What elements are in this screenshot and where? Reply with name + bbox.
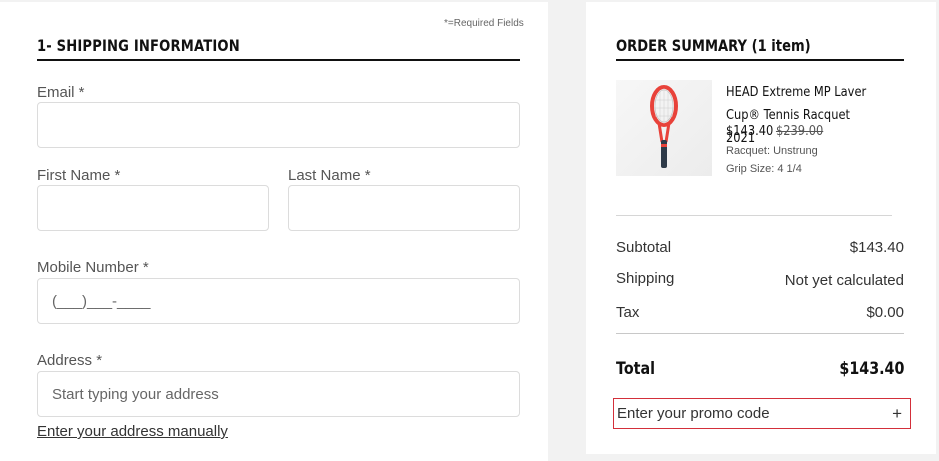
email-label: Email *: [37, 84, 85, 101]
totals-divider: [616, 333, 904, 334]
shipping-panel: *=Required Fields 1- SHIPPING INFORMATIO…: [0, 2, 548, 461]
promo-code-toggle[interactable]: Enter your promo code +: [613, 398, 911, 429]
shipping-section-title: 1- SHIPPING INFORMATION: [37, 36, 240, 55]
plus-icon: +: [892, 403, 902, 423]
mobile-number-field[interactable]: [37, 278, 520, 324]
order-summary-panel: ORDER SUMMARY (1 item) HEAD Extreme MP L…: [586, 2, 936, 454]
promo-code-label: Enter your promo code: [617, 405, 770, 422]
product-image[interactable]: [616, 80, 712, 176]
last-name-field[interactable]: [288, 185, 520, 231]
tax-label: Tax: [616, 304, 640, 321]
address-field[interactable]: [37, 371, 520, 417]
order-summary-title: ORDER SUMMARY (1 item): [616, 36, 811, 55]
last-name-label: Last Name *: [288, 167, 371, 184]
product-price: $143.40: [726, 124, 774, 139]
shipping-value: Not yet calculated: [784, 272, 904, 289]
total-value: $143.40: [838, 359, 904, 379]
first-name-label: First Name *: [37, 167, 121, 184]
subtotal-label: Subtotal: [616, 239, 672, 256]
summary-title-divider: [616, 59, 904, 61]
total-label: Total: [616, 359, 656, 379]
tennis-racquet-icon: [650, 85, 678, 168]
mobile-number-label: Mobile Number *: [37, 259, 149, 276]
product-name[interactable]: HEAD Extreme MP Laver Cup® Tennis Racque…: [726, 81, 880, 150]
title-divider: [37, 59, 520, 61]
product-attribute-racquet: Racquet: Unstrung: [726, 145, 818, 157]
tax-value: $0.00: [866, 304, 904, 321]
subtotal-value: $143.40: [849, 239, 904, 256]
first-name-field[interactable]: [37, 185, 269, 231]
email-field[interactable]: [37, 102, 520, 148]
shipping-label: Shipping: [616, 270, 675, 287]
product-divider: [616, 215, 892, 216]
required-fields-note: *=Required Fields: [444, 18, 524, 29]
product-price-block: $143.40 $239.00: [726, 124, 823, 139]
address-label: Address *: [37, 352, 103, 369]
product-original-price: $239.00: [775, 124, 824, 139]
product-attribute-grip-size: Grip Size: 4 1/4: [726, 163, 802, 175]
enter-address-manually-link[interactable]: Enter your address manually: [37, 423, 228, 440]
